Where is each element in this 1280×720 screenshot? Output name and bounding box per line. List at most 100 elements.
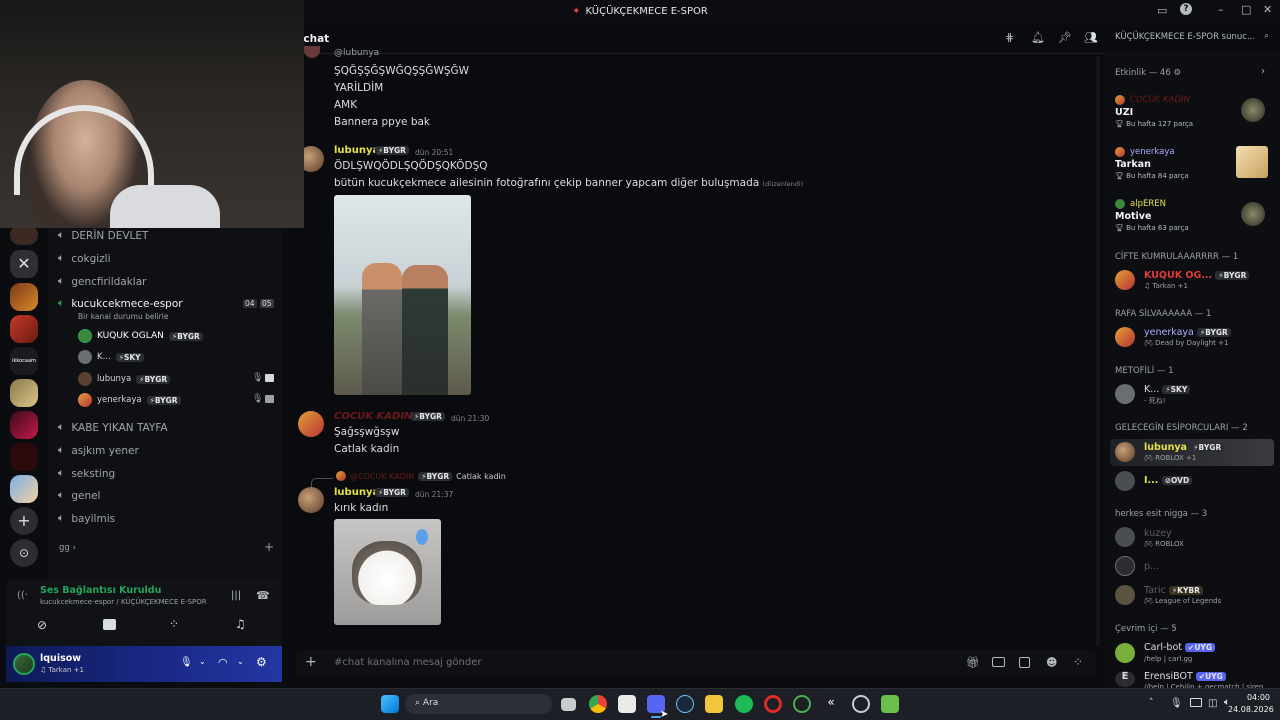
avatar[interactable]: [298, 411, 324, 437]
noise-suppression-icon[interactable]: |||: [231, 590, 241, 601]
add-server-icon[interactable]: +: [10, 507, 38, 535]
member-name[interactable]: I... ⊘OVD: [1144, 475, 1193, 486]
chrome-icon[interactable]: [589, 695, 607, 713]
server-icon[interactable]: [10, 379, 38, 407]
maximize-icon[interactable]: □: [1241, 3, 1251, 16]
app-icon[interactable]: «: [822, 695, 840, 713]
voice-channel[interactable]: 🔈︎ asjkım yener: [58, 444, 139, 457]
reply-preview[interactable]: @COCUK KADIN ⚡BYGR Catlak kadin: [336, 471, 506, 481]
activity-user[interactable]: yenerkaya: [1130, 147, 1175, 157]
windows-start-icon[interactable]: [381, 695, 399, 713]
apps-icon[interactable]: ⁘: [1073, 655, 1083, 669]
server-icon[interactable]: [10, 443, 38, 471]
emoji-icon[interactable]: ☻: [1046, 656, 1057, 669]
voice-user[interactable]: K... ⚡SKY: [78, 350, 144, 364]
category-header[interactable]: gg ›: [59, 543, 76, 553]
voice-channel[interactable]: 🔈︎ cokgizli: [58, 252, 111, 265]
add-attachment-icon[interactable]: +: [305, 654, 317, 670]
avatar[interactable]: [1115, 384, 1135, 404]
display-tray-icon[interactable]: [1190, 698, 1202, 707]
app-icon[interactable]: [852, 695, 870, 713]
avatar[interactable]: [1115, 585, 1135, 605]
member-name[interactable]: p...: [1144, 561, 1159, 572]
disconnect-icon[interactable]: ☎: [256, 589, 270, 602]
avatar[interactable]: [1115, 556, 1135, 576]
network-tray-icon[interactable]: ◫: [1208, 698, 1217, 709]
microphone-icon[interactable]: 🎙︎: [180, 657, 193, 668]
gift-icon[interactable]: 🎁︎: [966, 656, 980, 669]
server-icon[interactable]: ✕: [10, 250, 38, 278]
close-icon[interactable]: ✕: [1263, 3, 1272, 16]
member-list-icon[interactable]: 👥︎: [1084, 31, 1098, 44]
screen-share-button[interactable]: [103, 619, 116, 630]
member-name[interactable]: yenerkaya ⚡BYGR: [1144, 327, 1231, 338]
notification-bell-icon[interactable]: 🔔︎: [1031, 31, 1045, 44]
voice-channel[interactable]: 🔈︎ bayilmis: [58, 512, 115, 525]
opera-icon[interactable]: [764, 695, 782, 713]
chevron-down-icon[interactable]: ⌄: [237, 657, 244, 666]
message-author[interactable]: lubunya: [334, 145, 379, 156]
avatar[interactable]: [1115, 270, 1135, 290]
cat-image-attachment[interactable]: [334, 519, 441, 625]
voice-user[interactable]: yenerkaya ⚡BYGR: [78, 393, 181, 407]
server-icon[interactable]: [10, 475, 38, 503]
taskbar-search[interactable]: ⌕ Ara: [405, 694, 552, 714]
member-name[interactable]: Taric ⚡KYBR: [1144, 585, 1203, 596]
gif-icon[interactable]: [992, 657, 1005, 667]
store-icon[interactable]: [618, 695, 636, 713]
discover-icon[interactable]: ⊙: [10, 539, 38, 567]
mention[interactable]: @lubunya: [334, 48, 379, 57]
activity-user[interactable]: alpEREN: [1130, 199, 1166, 209]
camera-off-icon[interactable]: ⊘: [37, 618, 47, 632]
help-icon[interactable]: ?: [1180, 3, 1192, 15]
steam-icon[interactable]: [676, 695, 694, 713]
member-name[interactable]: KUQUK OG... ⚡BYGR: [1144, 270, 1250, 281]
add-channel-icon[interactable]: +: [264, 540, 274, 554]
avatar[interactable]: [298, 487, 324, 513]
member-name[interactable]: ErensiBOT ✔UYG: [1144, 671, 1226, 682]
avatar[interactable]: [1115, 327, 1135, 347]
activity-user[interactable]: COCUK KADIN: [1130, 95, 1190, 105]
voice-user[interactable]: KUQUK OGLAN ⚡BYGR: [78, 329, 203, 343]
member-name[interactable]: kuzey: [1144, 528, 1172, 539]
channel-status[interactable]: Bir kanal durumu belirle: [78, 312, 168, 321]
message-input-placeholder[interactable]: #chat kanalına mesaj gönder: [334, 657, 481, 668]
voice-channel[interactable]: 🔈︎ genel: [58, 489, 100, 502]
search-input[interactable]: KÜÇÜKÇEKMECE E-SPOR sunuc... ⌕: [1110, 28, 1273, 48]
chevron-right-icon[interactable]: ›: [1261, 66, 1265, 77]
minimize-icon[interactable]: –: [1218, 3, 1224, 16]
avatar[interactable]: [1115, 442, 1135, 462]
voice-status[interactable]: Ses Bağlantısı Kuruldu: [40, 585, 161, 596]
voice-channel-active[interactable]: 🔈︎ kucukcekmece-espor: [58, 297, 183, 310]
threads-icon[interactable]: ⋕: [1005, 31, 1014, 44]
message-author[interactable]: COCUK KADIN: [334, 411, 412, 422]
app-icon[interactable]: [793, 695, 811, 713]
avatar[interactable]: E: [1115, 671, 1135, 687]
voice-channel[interactable]: 🔈︎ gencfirildaklar: [58, 275, 146, 288]
voice-location[interactable]: kucukcekmece-espor / KÜÇÜKÇEKMECE E-SPOR: [40, 598, 207, 606]
pin-icon[interactable]: 📌︎: [1058, 31, 1072, 44]
voice-channel[interactable]: 🔈︎ KABE YIKAN TAYFA: [58, 421, 168, 434]
member-name[interactable]: K... ⚡SKY: [1144, 384, 1191, 395]
chevron-up-icon[interactable]: ˄: [1149, 698, 1154, 708]
user-name[interactable]: lquisow: [40, 653, 81, 664]
server-icon[interactable]: [10, 225, 38, 245]
soundboard-icon[interactable]: ♫: [235, 617, 246, 631]
activity-header[interactable]: Etkinlik — 46 ⚙: [1115, 68, 1181, 78]
spotify-icon[interactable]: [735, 695, 753, 713]
avatar[interactable]: [1115, 643, 1135, 663]
photo-attachment[interactable]: [334, 195, 471, 395]
message-author[interactable]: lubunya: [334, 487, 379, 498]
inbox-icon[interactable]: ▭: [1157, 4, 1167, 17]
chat-scrollbar[interactable]: [1096, 56, 1100, 646]
clock-date[interactable]: 24.08.2026: [1228, 705, 1274, 714]
microphone-tray-icon[interactable]: 🎙︎: [1170, 698, 1183, 709]
chevron-down-icon[interactable]: ⌄: [199, 657, 206, 666]
avatar[interactable]: [13, 653, 35, 675]
server-icon[interactable]: [10, 283, 38, 311]
app-icon[interactable]: [881, 695, 899, 713]
avatar[interactable]: [1115, 471, 1135, 491]
member-name[interactable]: Carl-bot ✔UYG: [1144, 642, 1216, 653]
avatar[interactable]: [1115, 527, 1135, 547]
voice-channel[interactable]: 🔈︎ DERİN DEVLET: [58, 229, 148, 242]
